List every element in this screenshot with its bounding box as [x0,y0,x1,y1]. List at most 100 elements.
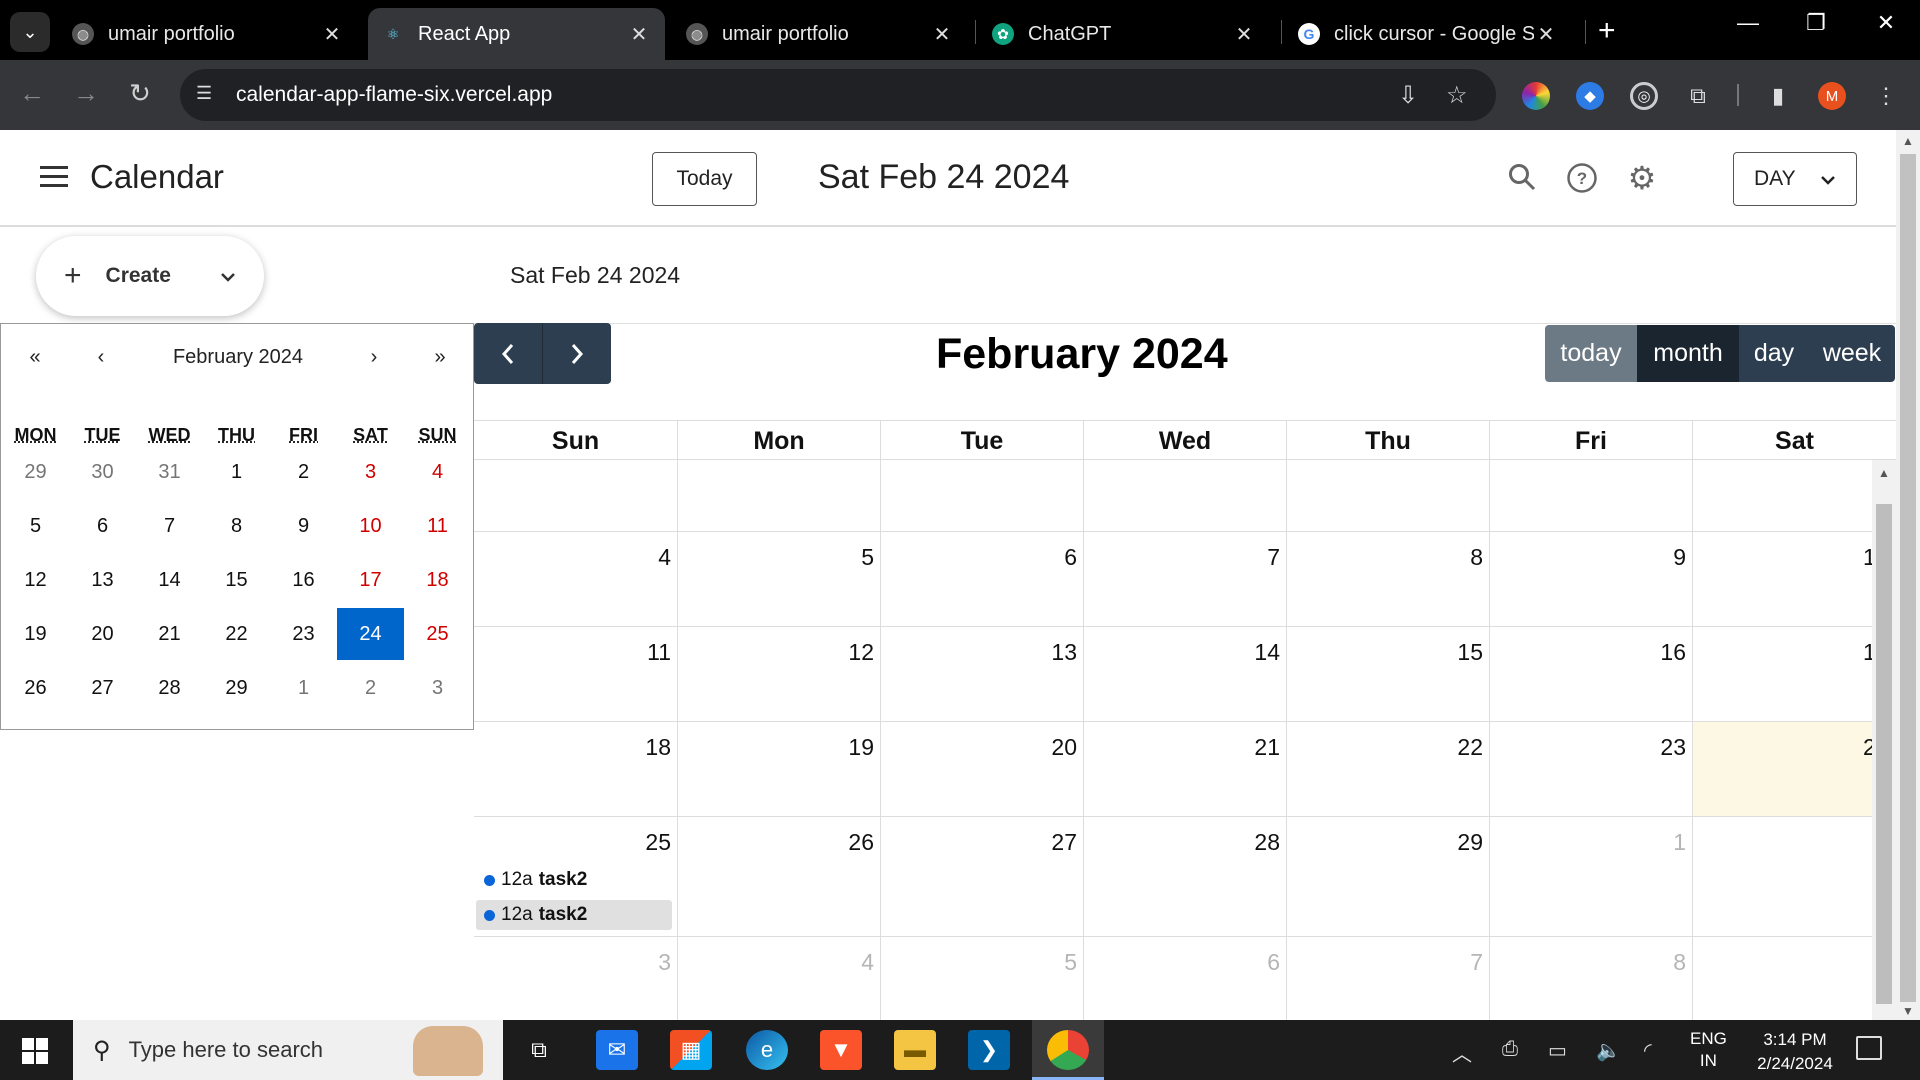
today-button[interactable]: Today [652,152,757,206]
day-cell[interactable]: 20 [880,722,1083,817]
close-icon[interactable]: ✕ [1534,22,1558,47]
day-cell[interactable]: 1 [1489,817,1692,937]
day-cell-today[interactable]: 2 [1692,722,1872,817]
day-number[interactable]: 6 [1267,949,1280,976]
day-cell[interactable] [1692,460,1872,532]
day-number[interactable]: 18 [645,734,671,761]
day-cell[interactable]: 5 [880,937,1083,1020]
day-cell[interactable]: 29 [677,460,880,532]
mini-cal-day[interactable]: 2 [337,662,404,714]
day-cell[interactable]: 1 [1692,627,1872,722]
calendar-scrollbar[interactable]: ▲ [1872,460,1896,1020]
day-cell[interactable]: 8 [1286,532,1489,627]
task-view-icon[interactable]: ⧉ [518,1030,560,1070]
mini-cal-day[interactable]: 19 [2,608,69,660]
gear-icon[interactable]: ⚙ [1625,162,1659,196]
day-number[interactable]: 28 [1254,829,1280,856]
volume-icon[interactable]: 🔈 [1596,1038,1621,1063]
restore-icon[interactable]: ❐ [1796,10,1836,36]
reload-icon[interactable]: ↻ [122,78,158,109]
file-explorer-icon[interactable]: ▬ [894,1030,936,1070]
day-cell[interactable]: 30 [880,460,1083,532]
mini-cal-day[interactable]: 3 [404,662,471,714]
day-cell[interactable]: 7 [1083,532,1286,627]
day-cell[interactable]: 25 12a task2 12a task2 [474,817,677,937]
day-number[interactable]: 12 [848,639,874,666]
mini-cal-day[interactable]: 15 [203,554,270,606]
day-number[interactable]: 1 [1863,544,1872,571]
mini-cal-day[interactable]: 10 [337,500,404,552]
view-month-button[interactable]: month [1637,325,1739,382]
browser-tab[interactable]: ✿ ChatGPT ✕ [978,8,1270,60]
day-number[interactable]: 19 [848,734,874,761]
mini-cal-day[interactable]: 22 [203,608,270,660]
scroll-up-arrow-icon[interactable]: ▲ [1902,134,1914,148]
day-number[interactable]: 9 [1673,544,1686,571]
mini-cal-day[interactable]: 26 [2,662,69,714]
day-number[interactable]: 26 [848,829,874,856]
day-cell[interactable]: 13 [880,627,1083,722]
calendar-event[interactable]: 12a task2 [476,865,672,895]
mini-cal-day[interactable]: 3 [337,446,404,498]
browser-tab[interactable]: G click cursor - Google Sear ✕ [1284,8,1572,60]
mini-cal-day[interactable]: 2 [270,446,337,498]
hamburger-menu-icon[interactable] [40,166,68,188]
search-icon[interactable] [1505,162,1539,196]
view-select-dropdown[interactable]: DAY [1733,152,1857,206]
day-number[interactable]: 23 [1660,734,1686,761]
mini-cal-day[interactable]: 7 [136,500,203,552]
day-number[interactable]: 7 [1470,949,1483,976]
view-week-button[interactable]: week [1809,325,1895,382]
mini-cal-day[interactable]: 13 [69,554,136,606]
day-cell[interactable]: 22 [1286,722,1489,817]
day-number[interactable]: 22 [1457,734,1483,761]
wifi-icon[interactable]: ◜ [1644,1038,1652,1063]
view-day-button[interactable]: day [1739,325,1809,382]
day-number[interactable]: 8 [1673,949,1686,976]
day-number[interactable]: 20 [1051,734,1077,761]
vscode-icon[interactable]: ❯ [968,1030,1010,1070]
day-number[interactable]: 6 [1064,544,1077,571]
day-cell[interactable] [1692,817,1872,937]
day-cell[interactable]: 2 [1489,460,1692,532]
browser-tab[interactable]: ◍ umair portfolio ✕ [672,8,968,60]
forward-arrow-icon[interactable]: → [68,78,104,109]
address-bar[interactable]: ☰ calendar-app-flame-six.vercel.app ⇩ ☆ [180,69,1496,121]
day-cell[interactable]: 1 [1286,460,1489,532]
tab-search-button[interactable]: ⌄ [10,12,50,52]
taskbar-search-box[interactable]: ⚲ Type here to search [73,1020,503,1080]
mini-cal-day[interactable]: 1 [203,446,270,498]
day-cell[interactable]: 23 [1489,722,1692,817]
day-number[interactable]: 11 [647,639,671,666]
mini-cal-next-year-button[interactable]: » [425,346,455,369]
day-cell[interactable]: 29 [1286,817,1489,937]
close-icon[interactable]: ✕ [930,22,954,47]
day-cell[interactable]: 11 [474,627,677,722]
day-cell[interactable]: 6 [1083,937,1286,1020]
mail-icon[interactable]: ✉ [596,1030,638,1070]
day-cell[interactable]: 18 [474,722,677,817]
mini-cal-day[interactable]: 17 [337,554,404,606]
day-number[interactable]: 5 [861,544,874,571]
day-number[interactable]: 8 [1470,544,1483,571]
day-cell[interactable]: 28 [1083,817,1286,937]
mini-cal-day[interactable]: 4 [404,446,471,498]
day-cell[interactable]: 27 [880,817,1083,937]
day-number[interactable]: 3 [658,949,671,976]
day-cell[interactable]: 21 [1083,722,1286,817]
windows-start-icon[interactable] [22,1038,48,1064]
page-scrollbar[interactable]: ▲ ▼ [1896,130,1920,1020]
day-number[interactable]: 4 [658,544,671,571]
close-icon[interactable]: ✕ [1232,22,1256,47]
scroll-down-arrow-icon[interactable]: ▼ [1902,1004,1914,1018]
day-cell[interactable]: 26 [677,817,880,937]
target-extension-icon[interactable]: ◎ [1630,82,1658,110]
view-today-button[interactable]: today [1545,325,1637,382]
day-cell[interactable]: 8 [1489,937,1692,1020]
install-app-icon[interactable]: ⇩ [1398,81,1418,110]
day-cell[interactable]: 15 [1286,627,1489,722]
mini-cal-title[interactable]: February 2024 [1,346,475,369]
day-number[interactable]: 16 [1660,639,1686,666]
mini-cal-day[interactable]: 6 [69,500,136,552]
day-cell[interactable]: 3 [474,937,677,1020]
